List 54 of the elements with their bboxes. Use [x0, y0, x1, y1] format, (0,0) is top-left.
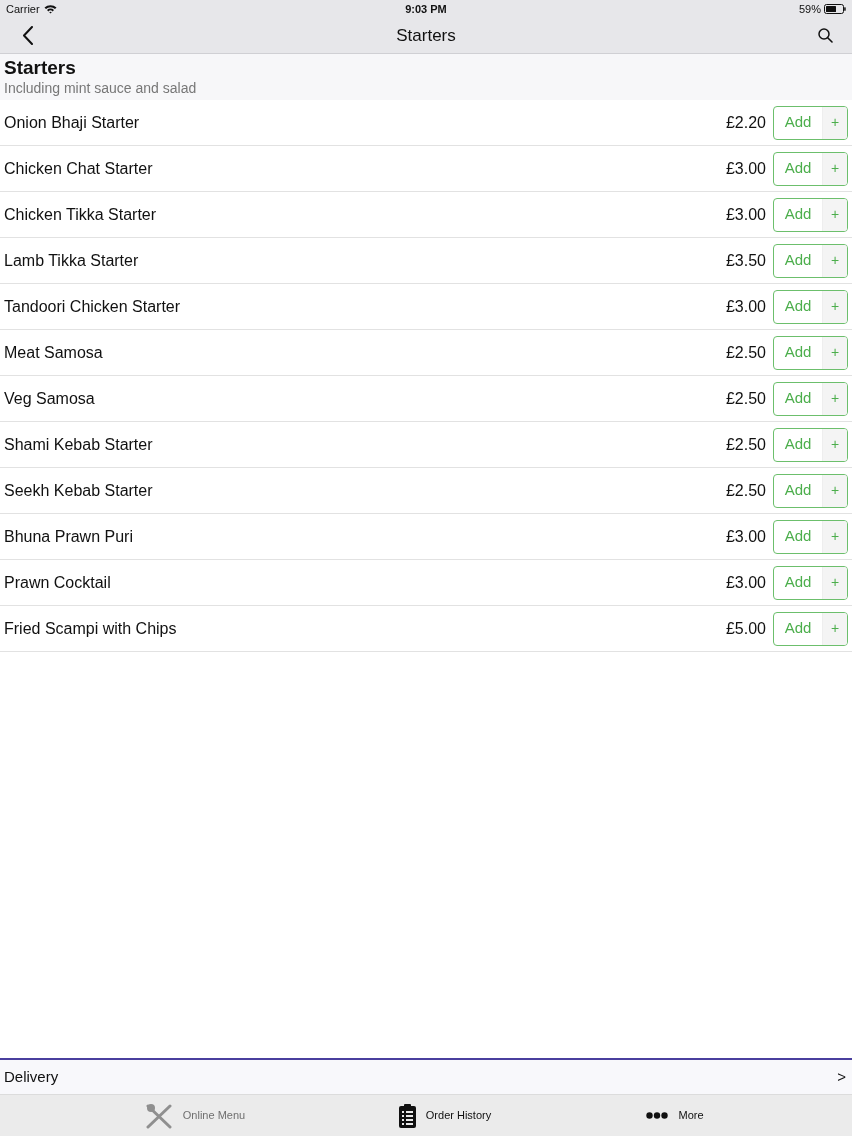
item-name: Tandoori Chicken Starter: [4, 296, 181, 317]
item-name: Lamb Tikka Starter: [4, 250, 139, 271]
add-button[interactable]: Add +: [773, 473, 848, 508]
battery-percent: 59%: [798, 1, 821, 17]
section-subtitle: Including mint sauce and salad: [4, 79, 197, 97]
item-name: Bhuna Prawn Puri: [4, 526, 133, 547]
item-name: Meat Samosa: [4, 342, 103, 363]
search-icon: [817, 28, 833, 43]
delivery-row[interactable]: Delivery >: [0, 1058, 852, 1095]
add-button[interactable]: Add +: [773, 565, 848, 600]
item-name: Veg Samosa: [4, 388, 95, 409]
add-button[interactable]: Add +: [773, 105, 848, 140]
tab-item[interactable]: Order History: [320, 1097, 570, 1134]
item-price: £2.50: [725, 434, 766, 455]
tab-item[interactable]: Online Menu: [70, 1097, 320, 1134]
item-price: £3.00: [725, 158, 766, 179]
add-button[interactable]: Add +: [773, 197, 848, 232]
tab-item[interactable]: More: [570, 1097, 780, 1134]
add-button[interactable]: Add +: [773, 243, 848, 278]
add-button[interactable]: Add +: [773, 151, 848, 186]
item-name: Onion Bhaji Starter: [4, 112, 140, 133]
item-name: Seekh Kebab Starter: [4, 480, 153, 501]
battery-icon: [824, 4, 846, 14]
section-title: Starters: [4, 57, 76, 79]
clock-time: 9:03 PM: [405, 1, 447, 17]
item-name: Chicken Tikka Starter: [4, 204, 157, 225]
add-button[interactable]: Add +: [773, 611, 848, 646]
add-button[interactable]: Add +: [773, 381, 848, 416]
cutlery-icon: [144, 1102, 173, 1129]
search-button[interactable]: [816, 26, 834, 45]
item-price: £3.00: [725, 296, 766, 317]
wifi-icon: [43, 4, 57, 14]
item-price: £2.50: [725, 388, 766, 409]
add-button[interactable]: Add +: [773, 519, 848, 554]
add-button[interactable]: Add +: [773, 289, 848, 324]
add-button[interactable]: Add +: [773, 335, 848, 370]
item-name: Chicken Chat Starter: [4, 158, 153, 179]
add-button[interactable]: Add +: [773, 427, 848, 462]
item-name: Prawn Cocktail: [4, 572, 111, 593]
back-chevron-icon: [21, 26, 33, 45]
nav-title: Starters: [396, 24, 456, 47]
clipboard-icon: [398, 1103, 416, 1128]
item-price: £3.00: [725, 526, 766, 547]
item-price: £2.50: [725, 342, 766, 363]
item-name: Shami Kebab Starter: [4, 434, 153, 455]
item-name: Fried Scampi with Chips: [4, 618, 177, 639]
item-price: £2.20: [725, 112, 766, 133]
item-price: £2.50: [725, 480, 766, 501]
more-dots-icon: [646, 1112, 669, 1119]
carrier-label: Carrier: [6, 1, 40, 17]
item-price: £3.00: [725, 204, 766, 225]
item-price: £3.00: [725, 572, 766, 593]
item-price: £3.50: [725, 250, 766, 271]
item-price: £5.00: [725, 618, 766, 639]
